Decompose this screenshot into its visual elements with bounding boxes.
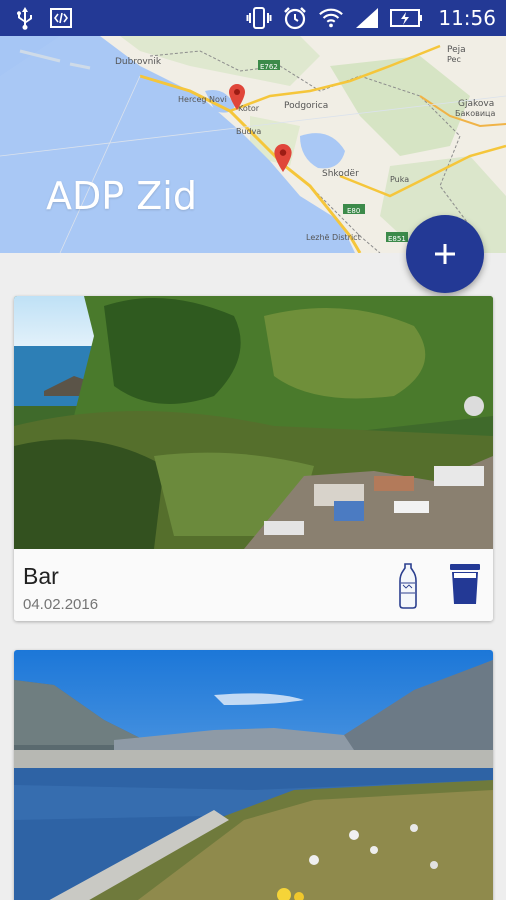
vibrate-icon: [246, 5, 272, 31]
svg-text:E80: E80: [347, 207, 360, 215]
bottle-icon[interactable]: [398, 563, 418, 609]
svg-text:Budva: Budva: [236, 127, 261, 136]
plus-icon: [435, 244, 455, 264]
battery-icon: [390, 5, 424, 31]
svg-text:Herceg Novi: Herceg Novi: [178, 95, 227, 104]
add-report-button[interactable]: [406, 215, 484, 293]
svg-text:Бaкoвицa: Бaкoвицa: [455, 109, 495, 118]
report-photo: [14, 650, 493, 900]
status-time: 11:56: [438, 6, 496, 30]
svg-text:E851: E851: [388, 235, 406, 243]
map-pin-icon[interactable]: [274, 144, 292, 172]
svg-text:Gjakova: Gjakova: [458, 99, 494, 109]
code-icon: [48, 5, 74, 31]
signal-icon: [354, 5, 380, 31]
report-card[interactable]: Bar 04.02.2016: [14, 296, 493, 621]
usb-icon: [12, 5, 38, 31]
svg-text:Lezhë District: Lezhë District: [306, 233, 361, 242]
svg-text:Pec: Pec: [447, 55, 461, 64]
svg-text:Podgorica: Podgorica: [284, 101, 328, 111]
map-pin-icon[interactable]: [229, 84, 245, 110]
svg-text:E762: E762: [260, 63, 278, 71]
report-location: Bar: [23, 563, 59, 589]
svg-text:Shkodër: Shkodër: [322, 169, 359, 179]
wifi-icon: [318, 5, 344, 31]
report-photo: [14, 296, 493, 549]
report-card[interactable]: [14, 650, 493, 900]
app-title: ADP Zid: [46, 174, 197, 218]
svg-text:Peja: Peja: [447, 45, 466, 55]
alarm-icon: [282, 5, 308, 31]
report-date: 04.02.2016: [23, 596, 99, 613]
status-bar: 11:56: [0, 0, 506, 36]
card-footer: Bar 04.02.2016: [14, 549, 493, 621]
svg-text:Puka: Puka: [390, 175, 409, 184]
svg-text:Dubrovnik: Dubrovnik: [115, 57, 162, 67]
trash-bin-icon[interactable]: [449, 563, 481, 605]
